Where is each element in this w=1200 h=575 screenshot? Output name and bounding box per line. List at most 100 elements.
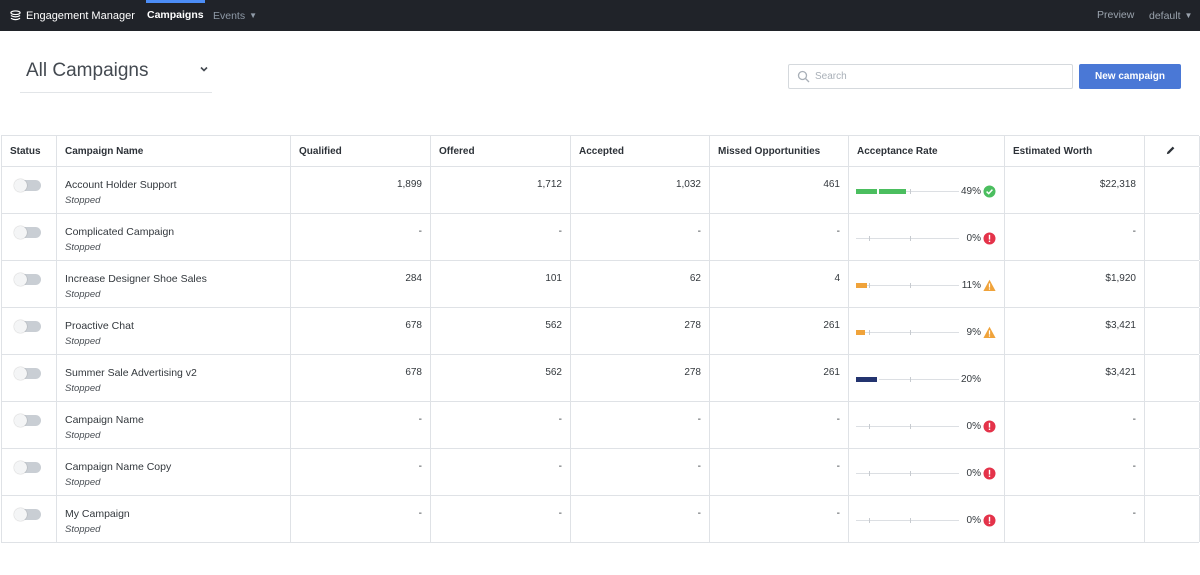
table-row[interactable]: Increase Designer Shoe Sales Stopped 284 10… [2,261,1200,308]
campaign-name[interactable]: Campaign Name [65,414,144,426]
warning-triangle-icon [983,326,996,338]
table-row[interactable]: Summer Sale Advertising v2 Stopped 678 562 2… [2,355,1200,402]
campaign-status-toggle[interactable] [14,179,41,192]
table-header-row: Status Campaign Name Qualified Offered A… [2,136,1200,167]
accepted-value: 62 [689,273,701,284]
offered-value: - [558,414,562,425]
campaign-name[interactable]: Complicated Campaign [65,226,174,238]
acceptance-rate-value: 49% [960,186,981,197]
status-cell [2,261,57,307]
campaign-name-cell[interactable]: Increase Designer Shoe Sales Stopped [57,261,291,307]
campaign-name[interactable]: My Campaign [65,508,130,520]
accepted-cell: 62 [571,261,710,307]
campaign-name[interactable]: Campaign Name Copy [65,461,171,473]
column-header-missed-opportunities[interactable]: Missed Opportunities [710,136,849,166]
qualified-cell: 284 [291,261,431,307]
offered-cell: 562 [431,355,571,401]
missed-opportunities-cell: - [710,402,849,448]
rate-tick [910,377,911,382]
column-header-campaign-name[interactable]: Campaign Name [57,136,291,166]
column-header-acceptance-rate[interactable]: Acceptance Rate [849,136,1005,166]
campaign-name[interactable]: Proactive Chat [65,320,134,332]
nav-events-menu[interactable]: Events ▼ [213,0,257,31]
pencil-icon [1166,146,1175,155]
status-cell [2,214,57,260]
missed-opportunities-cell: - [710,214,849,260]
campaign-name-cell[interactable]: Campaign Name Copy Stopped [57,449,291,495]
campaign-name[interactable]: Summer Sale Advertising v2 [65,367,197,379]
column-header-status: Status [2,136,57,166]
table-row[interactable]: Campaign Name Stopped - - - - 0% - [2,402,1200,449]
acceptance-rate-bar [856,471,959,476]
campaign-name-cell[interactable]: Summer Sale Advertising v2 Stopped [57,355,291,401]
missed-opportunities-cell: - [710,496,849,542]
nav-campaigns-tab[interactable]: Campaigns [146,0,205,31]
rate-tick [869,236,870,241]
preview-link[interactable]: Preview [1097,0,1134,31]
estimated-worth-value: $1,920 [1105,273,1136,284]
campaign-filter-dropdown[interactable]: All Campaigns [20,52,212,93]
row-actions-cell [1145,496,1200,542]
table-row[interactable]: Account Holder Support Stopped 1,899 1,712 1… [2,167,1200,214]
estimated-worth-value: $22,318 [1099,179,1136,190]
row-actions-cell [1145,261,1200,307]
campaign-name-cell[interactable]: My Campaign Stopped [57,496,291,542]
rate-track [856,426,959,427]
campaign-name[interactable]: Account Holder Support [65,179,176,191]
rate-tick [910,283,911,288]
campaign-name-cell[interactable]: Complicated Campaign Stopped [57,214,291,260]
campaign-status-toggle[interactable] [14,508,41,521]
new-campaign-button[interactable]: New campaign [1079,64,1181,89]
estimated-worth-cell: $22,318 [1005,167,1145,213]
rate-fill [856,189,906,194]
column-header-offered[interactable]: Offered [431,136,571,166]
campaign-name-cell[interactable]: Proactive Chat Stopped [57,308,291,354]
campaign-status-text: Stopped [65,195,101,206]
app-brand[interactable]: Engagement Manager [10,0,135,31]
table-row[interactable]: Proactive Chat Stopped 678 562 278 261 9% $3,42… [2,308,1200,355]
error-alert-icon [983,467,996,480]
acceptance-rate-cell: 0% [849,214,1005,260]
acceptance-rate-cell: 0% [849,449,1005,495]
table-row[interactable]: My Campaign Stopped - - - - 0% - [2,496,1200,543]
campaign-name-cell[interactable]: Campaign Name Stopped [57,402,291,448]
status-cell [2,355,57,401]
column-header-qualified[interactable]: Qualified [291,136,431,166]
edit-columns-button[interactable] [1145,136,1200,166]
column-header-estimated-worth[interactable]: Estimated Worth [1005,136,1145,166]
qualified-cell: - [291,496,431,542]
rate-tick [910,330,911,335]
campaign-status-toggle[interactable] [14,320,41,333]
offered-value: 1,712 [536,179,562,190]
bar-separator [877,377,879,382]
rate-tick [869,283,870,288]
qualified-cell: - [291,449,431,495]
workspace-menu[interactable]: default ▼ [1149,0,1192,31]
search-box [788,64,1073,89]
table-row[interactable]: Campaign Name Copy Stopped - - - - 0% - [2,449,1200,496]
missed-opportunities-value: - [836,508,840,519]
nav-events-label: Events [213,10,246,22]
accepted-value: - [697,461,701,472]
nav-campaigns-label: Campaigns [147,9,204,21]
table-row[interactable]: Complicated Campaign Stopped - - - - 0% - [2,214,1200,261]
campaign-name-cell[interactable]: Account Holder Support Stopped [57,167,291,213]
acceptance-rate-cell: 0% [849,496,1005,542]
campaign-status-toggle[interactable] [14,461,41,474]
warning-triangle-icon [983,279,996,291]
campaign-status-toggle[interactable] [14,414,41,427]
campaign-name[interactable]: Increase Designer Shoe Sales [65,273,207,285]
campaign-status-toggle[interactable] [14,273,41,286]
missed-opportunities-value: 4 [834,273,840,284]
qualified-value: 284 [405,273,422,284]
column-header-accepted[interactable]: Accepted [571,136,710,166]
offered-value: 101 [545,273,562,284]
campaign-status-toggle[interactable] [14,226,41,239]
row-actions-cell [1145,214,1200,260]
campaign-status-toggle[interactable] [14,367,41,380]
qualified-cell: 678 [291,355,431,401]
offered-cell: - [431,402,571,448]
qualified-value: - [418,226,422,237]
search-input[interactable] [815,66,1065,87]
acceptance-rate-value: 0% [966,468,981,479]
